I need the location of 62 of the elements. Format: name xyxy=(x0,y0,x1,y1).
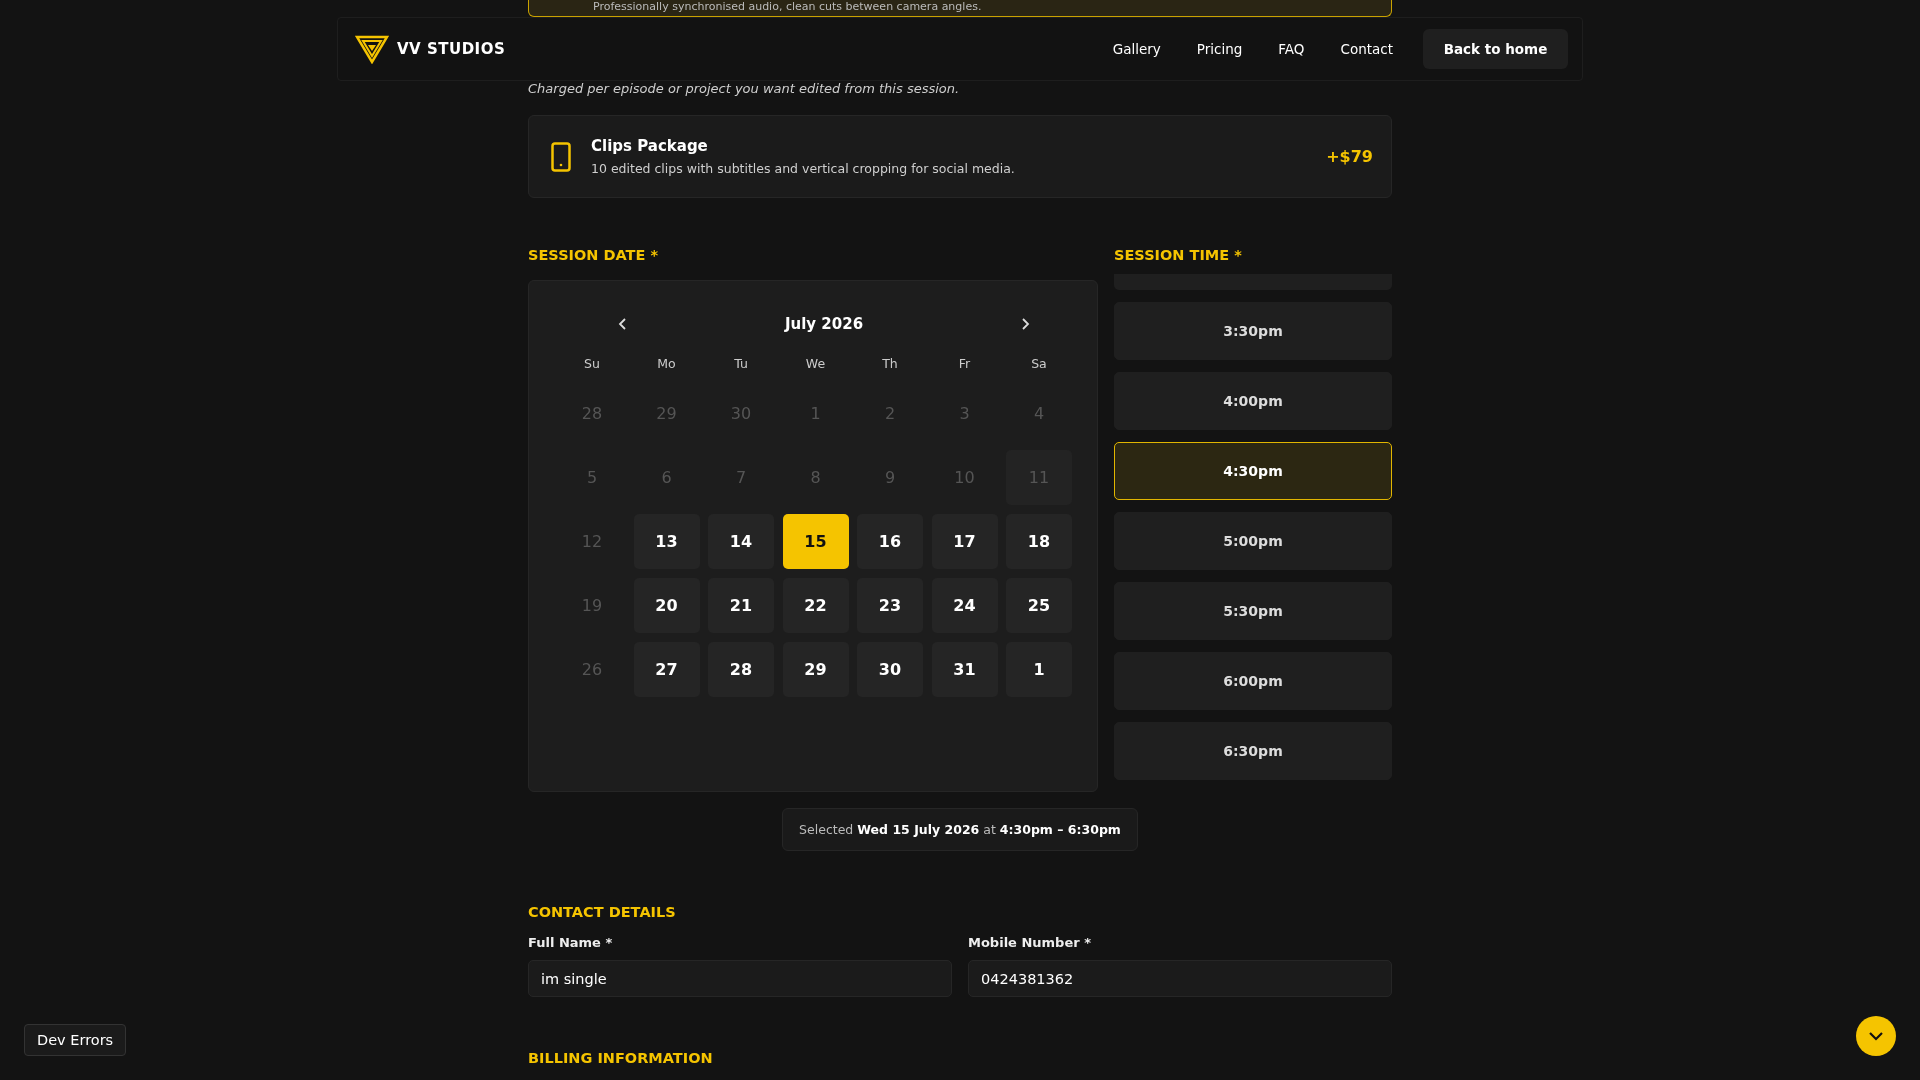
calendar-day[interactable]: 22 xyxy=(782,578,849,633)
dev-errors-button[interactable]: Dev Errors xyxy=(24,1024,127,1056)
input-field[interactable]: 0424381362 xyxy=(968,960,1392,997)
time-slot[interactable]: 6:30pm xyxy=(1114,722,1392,780)
calendar-day[interactable]: 25 xyxy=(1006,578,1072,633)
nav-link[interactable]: Gallery xyxy=(1112,41,1161,57)
option-card[interactable]: Professionally synchronised audio, clean cuts between camera angles. xyxy=(528,0,1392,17)
field-label: Full Name * xyxy=(528,935,614,950)
brand-name: VV STUDIOS xyxy=(397,40,506,58)
section-heading: SESSION DATE * xyxy=(528,246,660,264)
calendar-day[interactable]: 31 xyxy=(931,642,998,697)
nav-link[interactable]: FAQ xyxy=(1278,41,1305,57)
weekday-label: Th xyxy=(881,355,899,373)
calendar-day[interactable]: 15 xyxy=(782,514,849,569)
phone-icon xyxy=(551,141,571,172)
addon-price: +$79 xyxy=(1326,147,1373,166)
next-month-icon[interactable] xyxy=(1019,317,1031,331)
section-heading: SESSION TIME * xyxy=(1114,246,1243,264)
weekday-label: Mo xyxy=(656,355,677,373)
section-heading: CONTACT DETAILS xyxy=(528,903,677,921)
calendar-day[interactable]: 21 xyxy=(708,578,774,633)
month-title: July 2026 xyxy=(784,315,864,333)
calendar-day[interactable]: 20 xyxy=(633,578,700,633)
calendar-day[interactable]: 28 xyxy=(708,642,774,697)
time-slot[interactable]: 4:30pm xyxy=(1114,442,1392,500)
calendar-day[interactable]: 16 xyxy=(857,514,923,569)
time-slot[interactable]: 5:30pm xyxy=(1114,582,1392,640)
nav-link[interactable]: Contact xyxy=(1340,41,1393,57)
addon-description: 10 edited clips with subtitles and vertical cropping for social media. xyxy=(591,161,1016,176)
addon-card[interactable]: Clips Package 10 edited clips with subtitles and vertical cropping for social media. +$79 xyxy=(528,115,1392,198)
time-slot[interactable]: 5:00pm xyxy=(1114,512,1392,570)
option-description: Professionally synchronised audio, clean cuts between camera angles. xyxy=(593,0,982,14)
nav-link[interactable]: Pricing xyxy=(1196,41,1243,57)
scroll-down-button[interactable] xyxy=(1856,1016,1896,1056)
weekday-label: Fr xyxy=(957,355,972,373)
selection-summary: Selected Wed 15 July 2026 at 4:30pm – 6:30pm xyxy=(782,808,1138,851)
chevron-down-icon xyxy=(1867,1030,1885,1042)
calendar-day[interactable]: 29 xyxy=(782,642,849,697)
weekday-label: Sa xyxy=(1030,355,1048,373)
calendar-day[interactable]: 17 xyxy=(931,514,998,569)
section-heading: BILLING INFORMATION xyxy=(528,1049,714,1067)
calendar-day[interactable]: 24 xyxy=(931,578,998,633)
edits-note: Charged per episode or project you want edited from this session. xyxy=(528,81,961,97)
calendar-day[interactable]: 1 xyxy=(1006,642,1072,697)
calendar-day[interactable]: 27 xyxy=(633,642,700,697)
calendar-day[interactable]: 18 xyxy=(1006,514,1072,569)
time-slot[interactable]: 3:30pm xyxy=(1114,302,1392,360)
time-slot[interactable]: 6:00pm xyxy=(1114,652,1392,710)
calendar-day[interactable]: 14 xyxy=(708,514,774,569)
weekday-label: Tu xyxy=(733,355,749,373)
weekday-label: We xyxy=(804,355,827,373)
calendar-day[interactable]: 13 xyxy=(633,514,700,569)
back-home-button[interactable]: Back to home xyxy=(1423,29,1568,69)
weekday-label: Su xyxy=(583,355,601,373)
field-label: Mobile Number * xyxy=(968,935,1092,950)
time-slot[interactable]: 4:00pm xyxy=(1114,372,1392,430)
addon-title: Clips Package xyxy=(591,137,709,155)
calendar-day[interactable]: 30 xyxy=(857,642,923,697)
calendar-day[interactable]: 23 xyxy=(857,578,923,633)
logo-icon xyxy=(355,34,389,64)
previous-month-icon[interactable] xyxy=(617,317,629,331)
input-field[interactable]: im single xyxy=(528,960,952,997)
